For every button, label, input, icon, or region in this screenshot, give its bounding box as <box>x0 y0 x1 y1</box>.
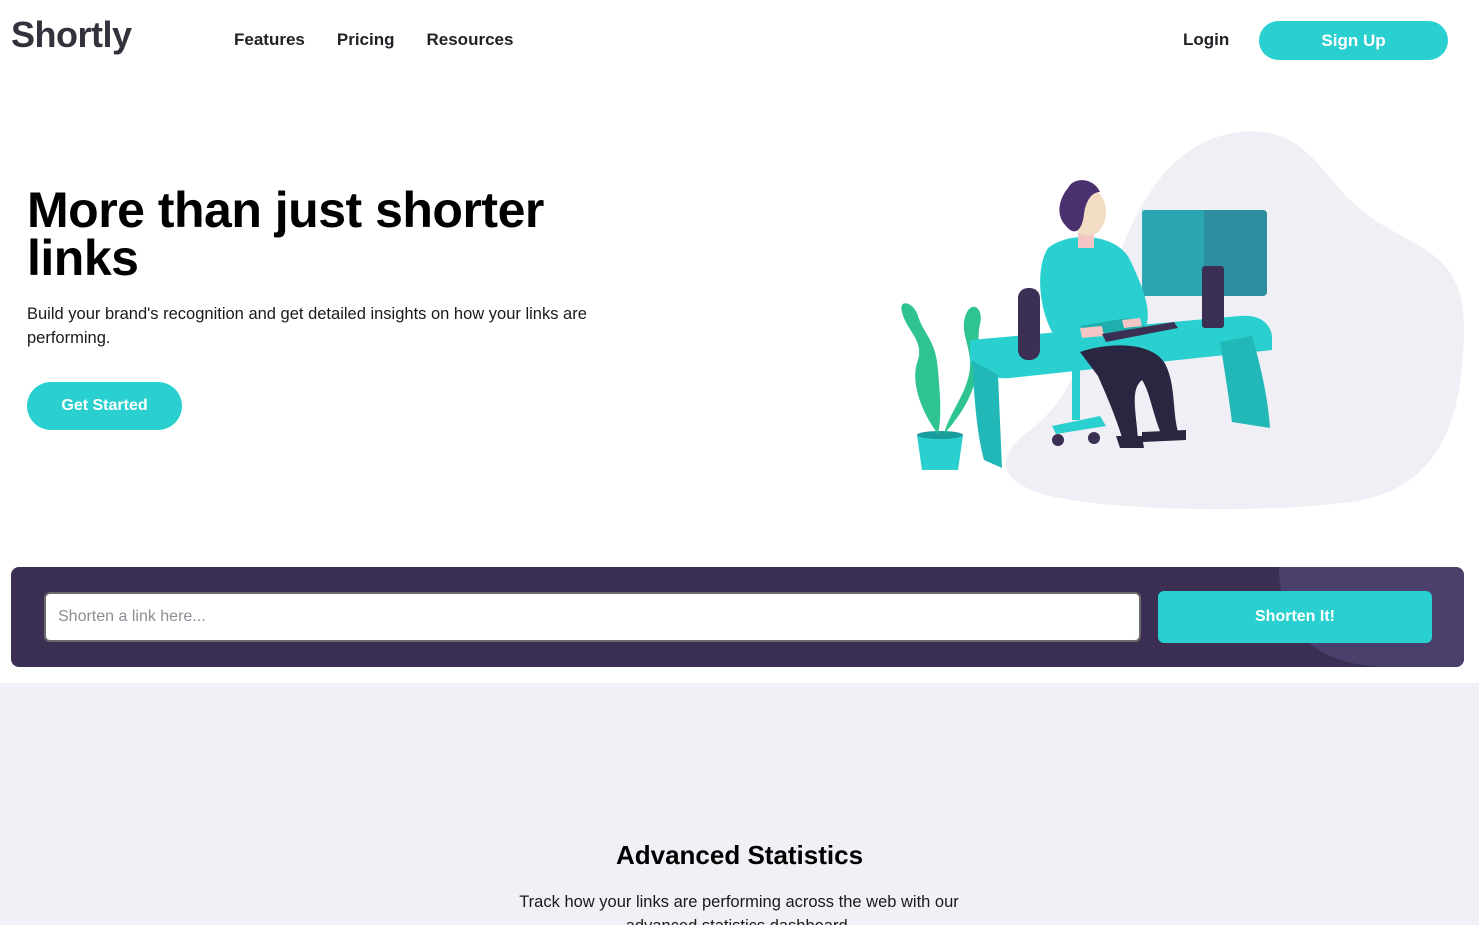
nav-link-pricing[interactable]: Pricing <box>337 30 395 50</box>
statistics-title: Advanced Statistics <box>615 840 864 870</box>
plant-leaf-left <box>901 303 941 434</box>
chair-post <box>1072 370 1080 420</box>
sign-up-button[interactable]: Sign Up <box>1259 21 1448 60</box>
site-header: Shortly Features Pricing Resources Login… <box>0 0 1479 80</box>
desk-leg-left <box>972 360 1002 468</box>
nav-link-features[interactable]: Features <box>234 30 305 50</box>
hero-title: More than just shorter links <box>27 182 544 286</box>
get-started-button[interactable]: Get Started <box>27 382 182 430</box>
person-hand <box>1080 326 1104 338</box>
monitor-stand <box>1202 266 1224 328</box>
nav-link-resources[interactable]: Resources <box>427 30 514 50</box>
shorten-url-input[interactable] <box>44 592 1141 642</box>
shorten-it-button[interactable]: Shorten It! <box>1158 591 1432 643</box>
main-nav: Features Pricing Resources <box>234 30 513 50</box>
statistics-subtitle: Track how your links are performing acro… <box>519 893 959 925</box>
statistics-section: Advanced Statistics Track how your links… <box>0 683 1479 925</box>
chair-wheel <box>1052 434 1064 446</box>
shorten-link-panel: Shorten It! <box>11 567 1464 667</box>
logo[interactable]: Shortly <box>11 14 132 56</box>
hero-subtitle: Build your brand's recognition and get d… <box>27 305 587 347</box>
login-link[interactable]: Login <box>1183 30 1229 50</box>
chair-back <box>1018 288 1040 360</box>
plant-pot <box>917 435 963 470</box>
person-working-illustration <box>901 131 1465 510</box>
